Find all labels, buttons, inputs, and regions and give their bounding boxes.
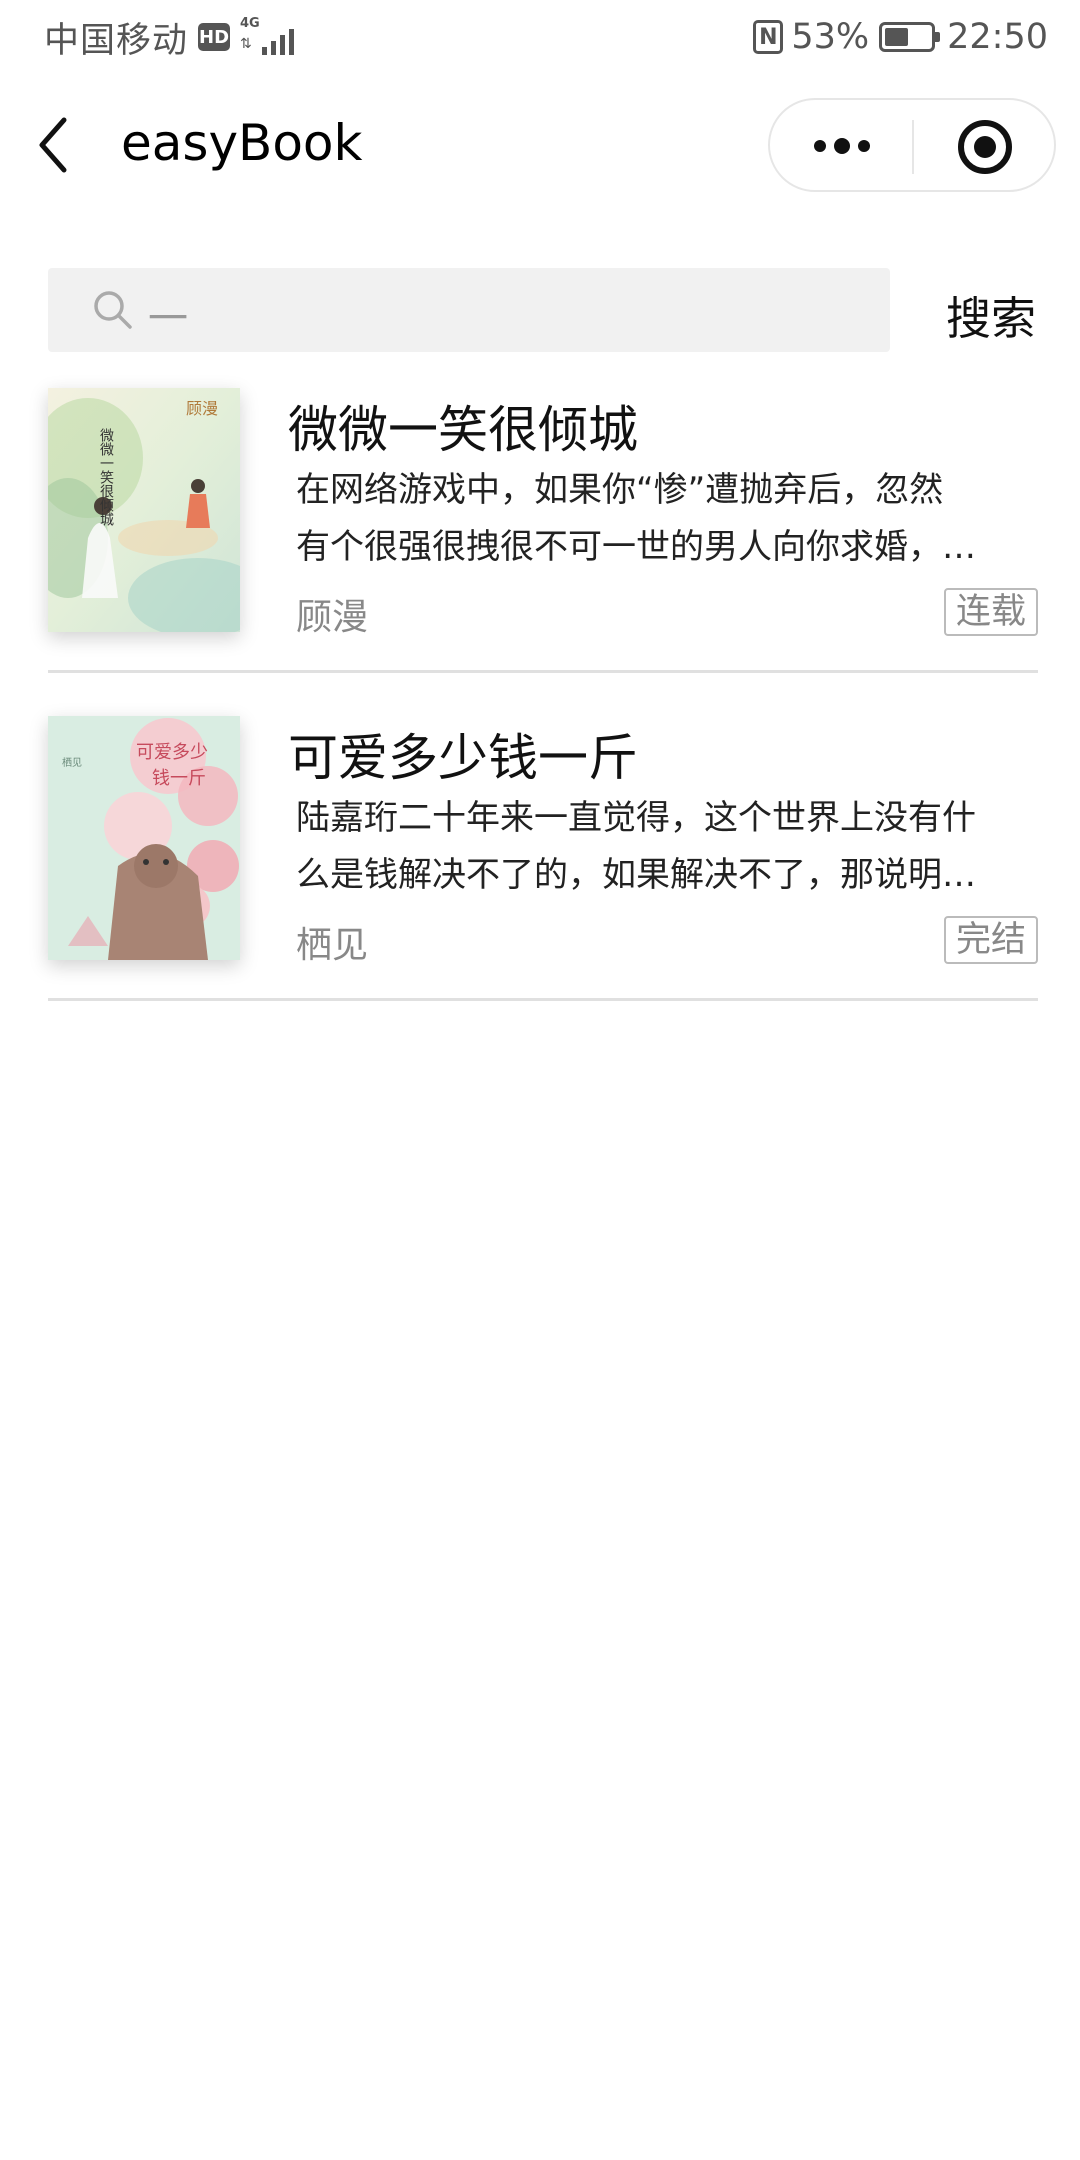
book-title: 微微一笑很倾城 [288, 401, 638, 459]
network-type: 4G [240, 16, 260, 31]
search-value: 一 [148, 296, 188, 342]
svg-text:钱一斤: 钱一斤 [152, 768, 206, 789]
status-bar-right: N 53% 22:50 [753, 12, 1048, 62]
list-item[interactable]: 可爱多少 钱一斤 栖见 可爱多少钱一斤 陆嘉珩二十年来一直觉得，这个世界上没有什… [48, 716, 1038, 966]
book-cover[interactable]: 顾漫 微微一笑很倾城 [48, 388, 240, 632]
carrier-name: 中国移动 [44, 20, 189, 61]
divider [48, 998, 1038, 1001]
svg-text:顾漫: 顾漫 [186, 399, 218, 418]
page-title: easyBook [121, 114, 363, 172]
nav-bar: easyBook [0, 80, 1080, 210]
hd-badge: HD [198, 23, 231, 51]
book-description: 陆嘉珩二十年来一直觉得，这个世界上没有什 么是钱解决不了的，如果解决不了，那说明… [296, 798, 976, 895]
divider [48, 670, 1038, 673]
signal-icon: 4G ⇅ [240, 17, 300, 57]
book-author: 顾漫 [296, 597, 369, 638]
book-author: 栖见 [296, 925, 369, 966]
search-input[interactable]: 一 [48, 268, 890, 352]
close-icon[interactable] [956, 118, 1014, 176]
svg-text:微微一笑很倾城: 微微一笑很倾城 [98, 428, 114, 527]
battery-percent: 53% [791, 17, 870, 57]
status-badge: 连载 [943, 588, 1038, 636]
more-icon[interactable] [808, 124, 876, 168]
status-bar-left: 中国移动 HD 4G ⇅ [44, 12, 300, 62]
search-icon [94, 291, 132, 329]
book-cover[interactable]: 可爱多少 钱一斤 栖见 [48, 716, 240, 960]
search-button[interactable]: 搜索 [946, 282, 1036, 347]
clock: 22:50 [947, 17, 1048, 57]
svg-text:栖见: 栖见 [62, 756, 82, 769]
svg-text:可爱多少: 可爱多少 [136, 742, 208, 763]
status-badge: 完结 [943, 916, 1038, 964]
battery-icon [879, 22, 941, 52]
capsule-menu [768, 98, 1056, 192]
book-title: 可爱多少钱一斤 [288, 729, 638, 787]
book-description: 在网络游戏中，如果你“惨”遭抛弃后，忽然 有个很强很拽很不可一世的男人向你求婚，… [296, 470, 976, 567]
status-bar: 中国移动 HD 4G ⇅ N 53% 22:50 [0, 0, 1080, 76]
back-icon[interactable] [34, 112, 86, 178]
nfc-icon: N [753, 20, 784, 54]
capsule-divider [912, 120, 914, 174]
list-item[interactable]: 顾漫 微微一笑很倾城 微微一笑很倾城 在网络游戏中，如果你“惨”遭抛弃后，忽然 … [48, 388, 1038, 638]
